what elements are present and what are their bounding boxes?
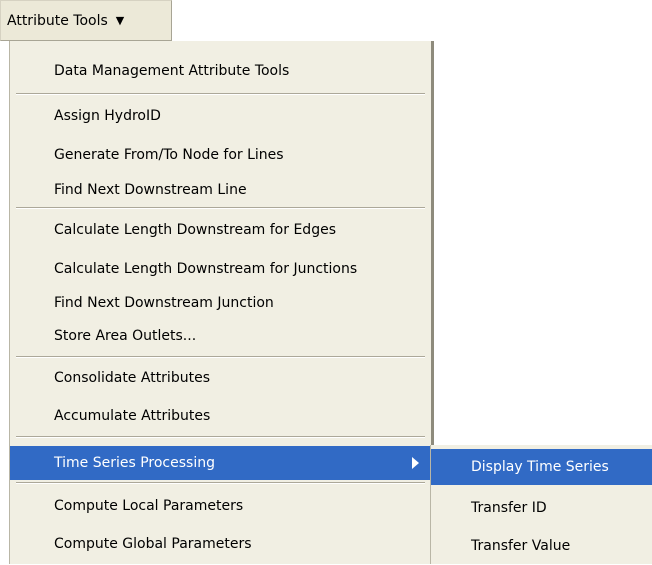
menu-item-label: Accumulate Attributes [54, 407, 211, 424]
menu-item-store-area-outlets[interactable]: Store Area Outlets... [10, 318, 431, 354]
menu-separator [16, 482, 425, 484]
submenu-item-transfer-id[interactable]: Transfer ID [431, 489, 652, 527]
attribute-tools-menu: Data Management Attribute Tools Assign H… [9, 41, 434, 564]
submenu-item-display-time-series[interactable]: Display Time Series [431, 449, 652, 485]
menu-item-label: Store Area Outlets... [54, 328, 197, 344]
time-series-submenu: Display Time Series Transfer ID Transfer… [430, 445, 652, 564]
menu-item-label: Generate From/To Node for Lines [54, 147, 284, 163]
menu-separator [16, 207, 425, 209]
menu-item-compute-local-parameters[interactable]: Compute Local Parameters [10, 487, 431, 525]
submenu-item-transfer-value[interactable]: Transfer Value [431, 527, 652, 565]
submenu-item-label: Transfer ID [471, 500, 547, 516]
menu-item-find-next-downstream-line[interactable]: Find Next Downstream Line [10, 174, 431, 206]
menu-item-label: Find Next Downstream Junction [54, 295, 274, 311]
menu-item-calc-length-junctions[interactable]: Calculate Length Downstream for Junction… [10, 250, 431, 288]
menu-separator [16, 93, 425, 95]
attribute-tools-label: Attribute Tools [7, 12, 108, 29]
menu-item-label: Data Management Attribute Tools [54, 63, 290, 79]
menu-item-label: Time Series Processing [54, 455, 215, 471]
menu-separator [16, 436, 425, 438]
menu-item-compute-global-parameters[interactable]: Compute Global Parameters [10, 525, 431, 563]
menu-item-consolidate-attributes[interactable]: Consolidate Attributes [10, 359, 431, 397]
menu-item-label: Calculate Length Downstream for Junction… [54, 261, 358, 277]
submenu-item-label: Transfer Value [471, 538, 571, 554]
menu-item-label: Calculate Length Downstream for Edges [54, 222, 336, 238]
attribute-tools-button[interactable]: Attribute Tools ▼ [0, 0, 172, 41]
menu-item-label: Compute Global Parameters [54, 536, 252, 552]
menu-item-label: Consolidate Attributes [54, 370, 210, 386]
menu-item-accumulate-attributes[interactable]: Accumulate Attributes [10, 397, 431, 434]
submenu-arrow-icon [412, 457, 419, 469]
dropdown-arrow-icon: ▼ [115, 14, 125, 27]
menu-item-data-management-attribute-tools[interactable]: Data Management Attribute Tools [10, 51, 431, 91]
menu-item-label: Find Next Downstream Line [54, 182, 247, 198]
submenu-item-label: Display Time Series [471, 459, 609, 475]
menu-item-label: Compute Local Parameters [54, 498, 244, 514]
menu-item-generate-from-to-node[interactable]: Generate From/To Node for Lines [10, 136, 431, 174]
menu-item-calc-length-edges[interactable]: Calculate Length Downstream for Edges [10, 210, 431, 250]
menu-separator [16, 356, 425, 358]
menu-item-assign-hydroid[interactable]: Assign HydroID [10, 96, 431, 136]
menu-item-find-next-downstream-junction[interactable]: Find Next Downstream Junction [10, 288, 431, 318]
menu-item-label: Assign HydroID [54, 108, 161, 124]
menu-item-time-series-processing[interactable]: Time Series Processing [10, 446, 431, 480]
